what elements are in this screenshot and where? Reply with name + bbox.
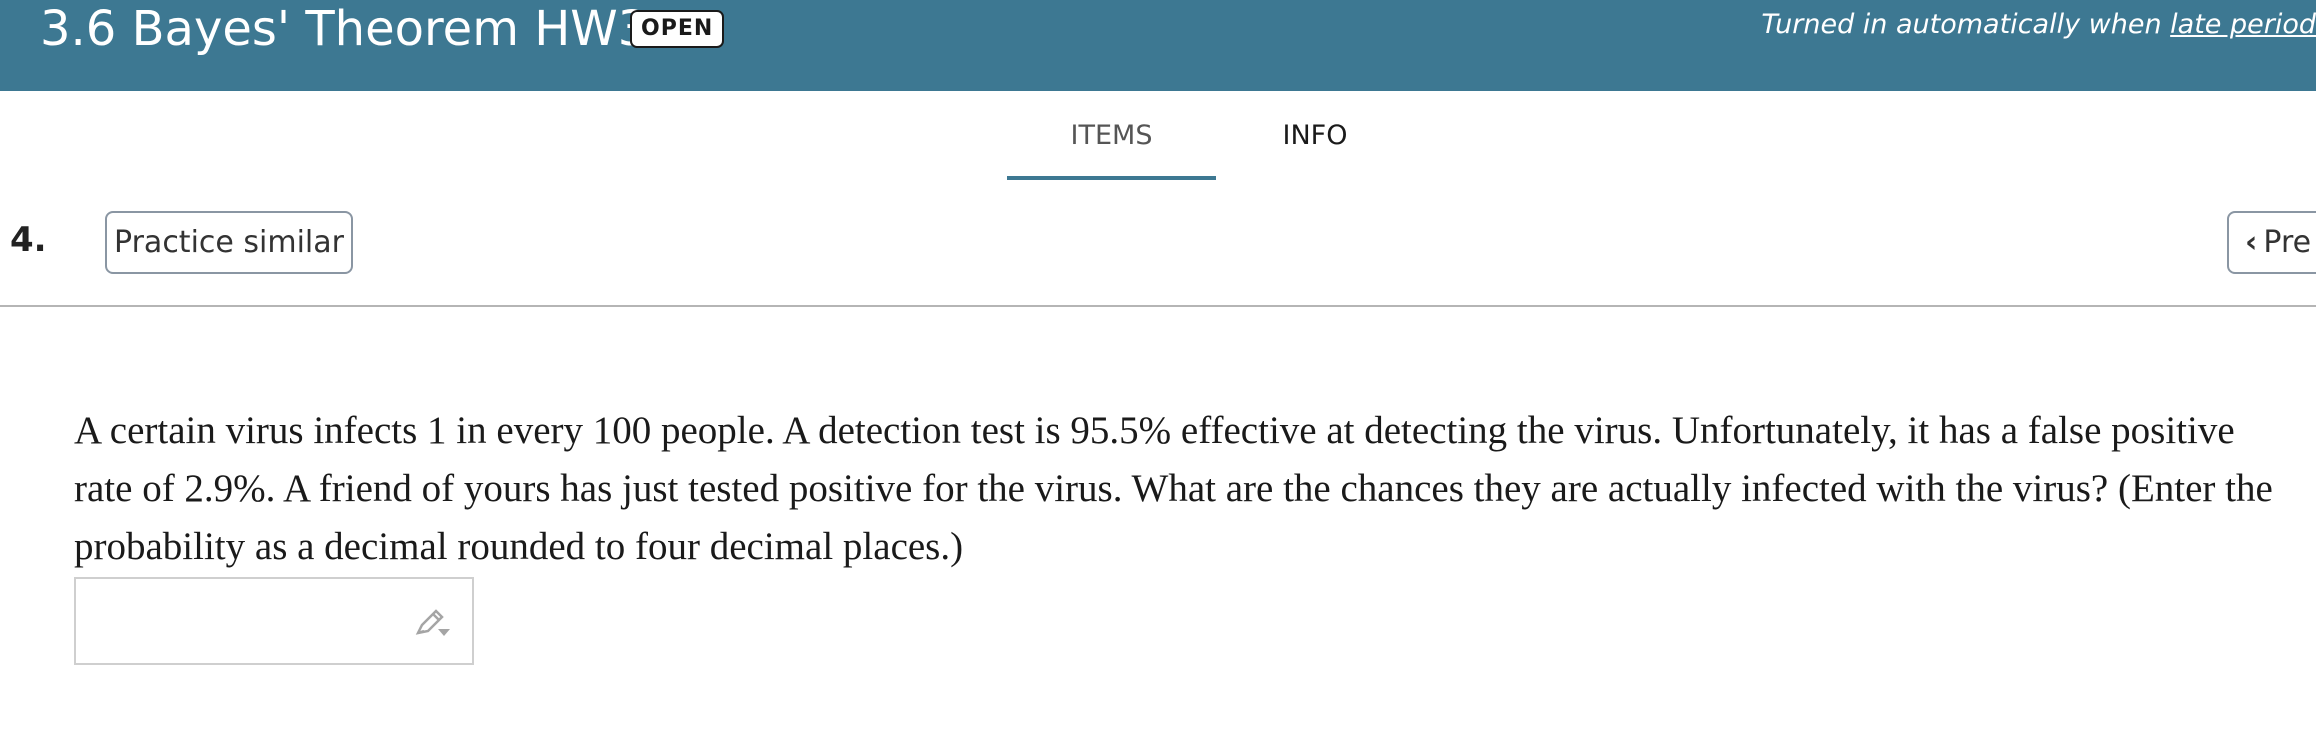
tab-info[interactable]: INFO	[1255, 112, 1375, 180]
answer-input[interactable]	[74, 577, 474, 665]
divider	[0, 305, 2316, 307]
question-number: 4.	[10, 220, 47, 260]
pencil-icon[interactable]	[414, 605, 454, 641]
tab-items[interactable]: ITEMS	[1007, 112, 1216, 180]
previous-label: Pre	[2263, 225, 2312, 260]
assignment-header: 3.6 Bayes' Theorem HW3 OPEN Turned in au…	[0, 0, 2316, 91]
assignment-title: 3.6 Bayes' Theorem HW3	[40, 1, 649, 57]
turned-in-notice: Turned in automatically when late period	[1761, 9, 2316, 40]
turned-in-text: Turned in automatically when	[1761, 9, 2171, 40]
previous-button[interactable]: ‹ Pre	[2227, 211, 2316, 274]
chevron-left-icon: ‹	[2245, 225, 2258, 260]
late-period-link[interactable]: late period	[2170, 9, 2316, 40]
status-badge: OPEN	[630, 10, 725, 48]
question-text: A certain virus infects 1 in every 100 p…	[74, 409, 2273, 568]
practice-similar-button[interactable]: Practice similar	[105, 211, 353, 274]
